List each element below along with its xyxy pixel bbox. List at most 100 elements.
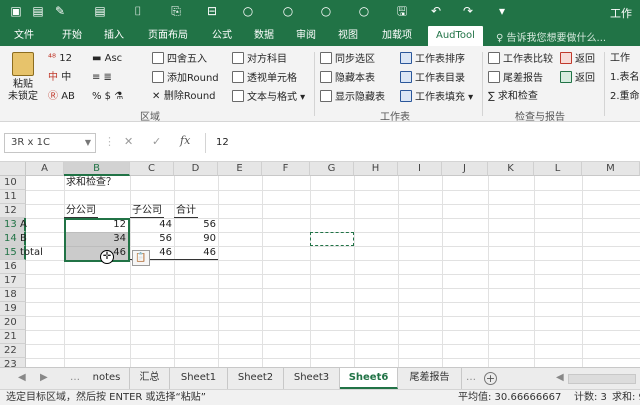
sum-check-button[interactable]: ∑ 求和检查: [488, 90, 538, 104]
percent-currency-buttons[interactable]: % $ ⚗: [92, 90, 123, 104]
cell-d12[interactable]: 合计: [174, 204, 198, 218]
cell-c13[interactable]: 44: [130, 218, 174, 232]
paste-button[interactable]: 粘贴 未锁定: [6, 52, 40, 103]
chevron-down-icon[interactable]: ▼: [85, 134, 91, 152]
column-header-j[interactable]: J: [442, 162, 488, 176]
cell-a14[interactable]: B: [20, 232, 29, 246]
select-all-corner[interactable]: [0, 162, 26, 176]
round-button[interactable]: 四舍五入: [152, 52, 207, 67]
column-header-l[interactable]: L: [534, 162, 582, 176]
save-icon[interactable]: ▣: [8, 3, 24, 20]
floppy-icon[interactable]: 🖫: [394, 3, 410, 20]
cancel-icon[interactable]: ✕: [124, 135, 133, 148]
row-header-10[interactable]: 10: [0, 176, 26, 190]
more-sheets-icon[interactable]: …: [466, 372, 476, 383]
remove-round-button[interactable]: ✕ 删除Round: [152, 90, 216, 104]
prev-sheet-icon[interactable]: ◀: [18, 372, 26, 383]
add-round-button[interactable]: 添加Round: [152, 71, 219, 86]
tab-insert[interactable]: 插入: [104, 28, 124, 46]
cell-b10[interactable]: 求和检查？: [64, 176, 118, 190]
column-header-e[interactable]: E: [218, 162, 262, 176]
formula-input[interactable]: 12: [205, 133, 635, 153]
name-box[interactable]: 3R x 1C ▼: [4, 133, 96, 153]
cell-d13[interactable]: 56: [174, 218, 218, 232]
contra-account-button[interactable]: 对方科目: [232, 52, 287, 67]
row-header-11[interactable]: 11: [0, 190, 26, 204]
next-sheet-icon[interactable]: ▶: [40, 372, 48, 383]
column-header-m[interactable]: M: [582, 162, 640, 176]
column-header-f[interactable]: F: [262, 162, 310, 176]
cell-a13[interactable]: A: [20, 218, 29, 232]
row-header-18[interactable]: 18: [0, 288, 26, 302]
paste-options-icon[interactable]: 📋: [132, 250, 150, 266]
confirm-icon[interactable]: ✓: [152, 135, 161, 148]
column-header-g[interactable]: G: [310, 162, 354, 176]
row-header-23[interactable]: 23: [0, 358, 26, 367]
row-header-17[interactable]: 17: [0, 274, 26, 288]
cell-d15[interactable]: 46: [174, 246, 218, 260]
cell-a15[interactable]: total: [20, 246, 45, 260]
chinese-button[interactable]: 中 中: [48, 71, 71, 85]
dash-button[interactable]: ▬ Asc: [92, 52, 122, 66]
column-header-c[interactable]: C: [130, 162, 174, 176]
sheet-fill-button[interactable]: 工作表填充 ▾: [400, 90, 473, 105]
script-icon[interactable]: ⎘: [168, 3, 184, 20]
sheet-tab-sheet6[interactable]: Sheet6: [340, 368, 398, 389]
customize-icon[interactable]: ▾: [494, 3, 510, 20]
quit-icon[interactable]: ⊟: [204, 3, 220, 20]
sync-select-button[interactable]: 同步选区: [320, 52, 375, 67]
circle-icon[interactable]: ○: [318, 3, 334, 20]
function-icon[interactable]: fx: [180, 134, 190, 147]
sheet-tab-sheet1[interactable]: Sheet1: [170, 368, 228, 389]
tab-addins[interactable]: 加载项: [382, 28, 412, 46]
spreadsheet-grid[interactable]: A B C D E F G H I J K L M 10 11 12 13 14…: [0, 162, 640, 367]
script-icon[interactable]: ✎: [52, 3, 68, 20]
sheet-compare-button[interactable]: 工作表比较: [488, 52, 553, 67]
tab-data[interactable]: 数据: [254, 28, 274, 46]
clipboard-icon[interactable]: ▤: [92, 3, 108, 20]
row-header-21[interactable]: 21: [0, 330, 26, 344]
undo-icon[interactable]: ↶: [428, 3, 444, 20]
tab-view[interactable]: 视图: [338, 28, 358, 46]
cell-b15[interactable]: 46: [64, 246, 128, 260]
tab-formulas[interactable]: 公式: [212, 28, 232, 46]
circle-icon[interactable]: ○: [280, 3, 296, 20]
sheet-name-label[interactable]: 1.表名: [610, 71, 640, 85]
sort-sheet-button[interactable]: 工作表排序: [400, 52, 465, 67]
row-header-12[interactable]: 12: [0, 204, 26, 218]
column-header-k[interactable]: K: [488, 162, 534, 176]
sheet-tab-notes[interactable]: notes: [84, 368, 130, 389]
redo-icon[interactable]: ↷: [460, 3, 476, 20]
font-size-button[interactable]: ⁴⁸ 12: [48, 52, 72, 66]
return-button-1[interactable]: 返回: [560, 52, 595, 67]
circle-icon[interactable]: ○: [240, 3, 256, 20]
sheet-tab-tail-report[interactable]: 尾差报告: [398, 368, 462, 389]
circle-icon[interactable]: ○: [356, 3, 372, 20]
rename-label[interactable]: 2.重命: [610, 90, 640, 104]
add-sheet-icon[interactable]: +: [484, 372, 497, 385]
row-header-22[interactable]: 22: [0, 344, 26, 358]
tab-home[interactable]: 开始: [62, 28, 82, 46]
hide-sheet-button[interactable]: 隐藏本表: [320, 71, 375, 86]
align-button[interactable]: ≡ ≣: [92, 71, 112, 85]
cell-c12[interactable]: 子公司: [130, 204, 164, 218]
work-label[interactable]: 工作: [610, 52, 630, 66]
column-header-d[interactable]: D: [174, 162, 218, 176]
row-header-20[interactable]: 20: [0, 316, 26, 330]
ab-button[interactable]: Ⓡ AB: [48, 90, 75, 104]
column-header-h[interactable]: H: [354, 162, 398, 176]
tell-me-box[interactable]: ♀ 告诉我您想要做什么...: [496, 29, 606, 44]
column-header-b[interactable]: B: [64, 162, 130, 176]
sheet-tab-summary[interactable]: 汇总: [130, 368, 170, 389]
tab-audtool[interactable]: AudTool: [428, 26, 483, 46]
cell-b13[interactable]: 12: [64, 218, 128, 232]
return-button-2[interactable]: 返回: [560, 71, 595, 86]
bracket-icon[interactable]: ⌷: [130, 3, 146, 20]
cell-b14[interactable]: 34: [64, 232, 128, 246]
text-format-button[interactable]: 文本与格式 ▾: [232, 90, 305, 105]
tab-page-layout[interactable]: 页面布局: [148, 28, 188, 46]
tab-review[interactable]: 审阅: [296, 28, 316, 46]
show-hidden-button[interactable]: 显示隐藏表: [320, 90, 385, 105]
cell-d14[interactable]: 90: [174, 232, 218, 246]
sheet-tab-sheet3[interactable]: Sheet3: [284, 368, 340, 389]
